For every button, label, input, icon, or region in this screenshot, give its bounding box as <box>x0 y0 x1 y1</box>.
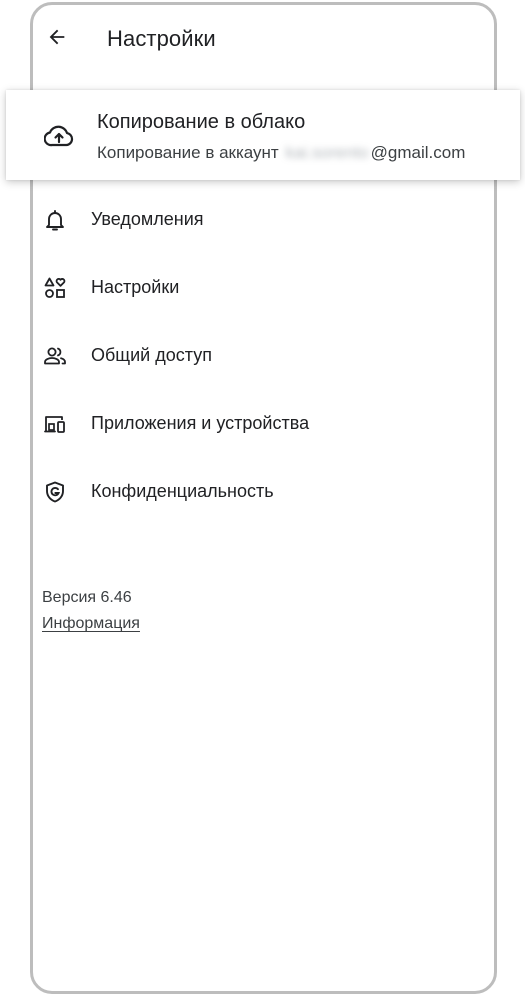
backup-title: Копирование в облако <box>97 111 306 133</box>
menu-item-privacy[interactable]: Конфиденциальность <box>32 458 495 526</box>
back-button[interactable] <box>42 22 72 52</box>
app-header: Настройки <box>32 10 495 70</box>
email-domain: @gmail.com <box>370 143 466 162</box>
menu-item-label: Конфиденциальность <box>91 481 274 501</box>
version-text: Версия 6.46 <box>42 589 132 606</box>
info-link[interactable]: Информация <box>42 615 140 633</box>
menu-item-label: Общий доступ <box>91 345 212 365</box>
shapes-icon <box>44 277 66 298</box>
menu-item-apps-devices[interactable]: Приложения и устройства <box>32 390 495 458</box>
cloud-backup-item[interactable]: Копирование в облако Копирование в аккау… <box>6 90 520 180</box>
bell-icon <box>46 210 64 231</box>
menu-item-notifications[interactable]: Уведомления <box>32 186 495 254</box>
settings-menu: Уведомления Настройки Общий доступ Прило… <box>32 186 495 526</box>
devices-icon <box>44 416 65 433</box>
menu-item-sharing[interactable]: Общий доступ <box>32 322 495 390</box>
arrow-back-icon <box>49 29 65 45</box>
shield-icon <box>46 481 64 503</box>
backup-subtitle-prefix: Копирование в аккаунт <box>97 143 279 162</box>
cloud-upload-icon <box>44 125 74 147</box>
menu-item-settings[interactable]: Настройки <box>32 254 495 322</box>
page-title: Настройки <box>107 26 216 51</box>
menu-item-label: Приложения и устройства <box>91 413 310 433</box>
blurred-email-user: kai.sorento <box>285 143 369 162</box>
people-icon <box>44 347 66 365</box>
menu-item-label: Настройки <box>91 277 180 297</box>
backup-subtitle: Копирование в аккаунт kai.sorento @gmail.… <box>97 143 465 163</box>
menu-item-label: Уведомления <box>91 209 204 229</box>
